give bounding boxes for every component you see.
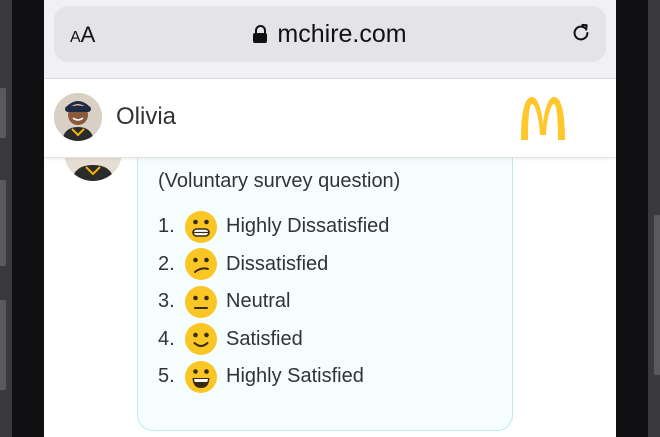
lock-icon bbox=[253, 25, 268, 43]
chat-header: Olivia bbox=[44, 79, 616, 158]
survey-option-neutral[interactable]: 3. Neutral bbox=[158, 283, 389, 321]
slightly-smiling-face-icon bbox=[185, 323, 217, 356]
confused-face-icon bbox=[185, 248, 217, 281]
mcdonalds-logo bbox=[521, 97, 565, 140]
browser-toolbar: AA mchire.com bbox=[44, 0, 616, 79]
survey-message-bubble: (Voluntary survey question) 1. Highly Di… bbox=[137, 157, 513, 431]
option-label: Neutral bbox=[226, 290, 291, 313]
reload-icon[interactable] bbox=[570, 22, 592, 44]
option-label: Dissatisfied bbox=[226, 252, 329, 275]
grinning-face-icon bbox=[185, 360, 217, 393]
survey-option-highly-dissatisfied[interactable]: 1. Highly Dissatisfied bbox=[158, 208, 389, 246]
grimacing-face-icon bbox=[185, 210, 217, 243]
url-text: mchire.com bbox=[277, 20, 407, 48]
survey-option-dissatisfied[interactable]: 2. Dissatisfied bbox=[158, 246, 389, 284]
phone-side-button bbox=[0, 180, 6, 266]
chat-conversation: (Voluntary survey question) 1. Highly Di… bbox=[44, 157, 616, 437]
phone-frame-right bbox=[616, 0, 660, 437]
agent-avatar bbox=[54, 93, 102, 141]
option-label: Highly Satisfied bbox=[226, 365, 364, 388]
url-display[interactable]: mchire.com bbox=[54, 20, 606, 49]
phone-side-button bbox=[0, 300, 6, 390]
phone-frame-left bbox=[0, 0, 44, 437]
phone-side-button bbox=[0, 88, 6, 138]
survey-option-highly-satisfied[interactable]: 5. Highly Satisfied bbox=[158, 358, 389, 396]
option-label: Highly Dissatisfied bbox=[226, 215, 390, 238]
survey-option-satisfied[interactable]: 4. Satisfied bbox=[158, 321, 389, 359]
address-bar[interactable]: AA mchire.com bbox=[54, 6, 606, 62]
survey-options: 1. Highly Dissatisfied 2. Dissatisfied 3… bbox=[158, 208, 389, 396]
phone-power-button bbox=[654, 215, 660, 375]
survey-note: (Voluntary survey question) bbox=[158, 170, 401, 192]
option-label: Satisfied bbox=[226, 327, 303, 350]
agent-name: Olivia bbox=[116, 103, 177, 130]
agent-message-avatar bbox=[64, 157, 122, 181]
neutral-face-icon bbox=[185, 285, 217, 318]
